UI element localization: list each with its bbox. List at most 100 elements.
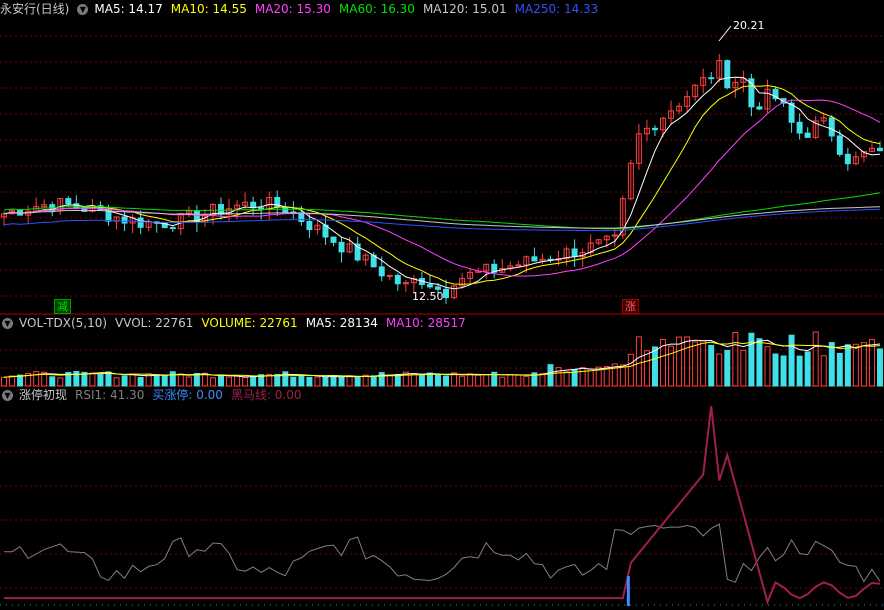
volume-bar — [354, 376, 361, 387]
candle-body — [756, 106, 763, 110]
volume-bar — [772, 353, 779, 387]
volume-bar — [499, 376, 506, 387]
candle-body — [571, 248, 578, 258]
volume-bar — [708, 344, 715, 387]
volume-bar — [234, 375, 241, 387]
volume-bar — [547, 364, 554, 387]
volume-bar — [684, 336, 691, 387]
volume-bar — [250, 375, 257, 387]
zhang-badge: 涨 — [622, 299, 639, 314]
candle-body — [844, 153, 851, 165]
volume-bar — [579, 367, 586, 387]
volume-bar — [314, 376, 321, 387]
low-price-label: 12.50 — [412, 290, 444, 303]
volume-bar — [322, 376, 329, 387]
volume-bar — [218, 375, 224, 387]
candle-body — [386, 274, 393, 277]
volume-bar — [836, 352, 843, 387]
volume-bar — [346, 375, 353, 387]
volume-bar — [17, 374, 24, 387]
volume-bar — [587, 368, 594, 387]
volume-bar — [386, 374, 393, 387]
volume-bar — [539, 372, 546, 387]
candle-body — [169, 227, 176, 230]
volume-bar — [418, 375, 425, 387]
volume-bar — [716, 353, 723, 387]
volume-bar — [651, 346, 658, 387]
volume-bar — [756, 338, 763, 387]
volume-bar — [732, 332, 739, 387]
volume-bar — [780, 355, 787, 387]
volume-bar — [161, 375, 168, 387]
candle-body — [306, 221, 313, 231]
high-marker-line — [718, 25, 732, 42]
volume-bar — [290, 376, 297, 387]
candle-body — [876, 147, 883, 152]
volume-bar — [298, 375, 305, 387]
buy-signal-bar — [626, 576, 630, 606]
volume-bar — [185, 376, 192, 387]
volume-bar — [113, 377, 120, 387]
volume-bar — [394, 374, 401, 387]
candle-body — [515, 264, 522, 267]
candle-body — [724, 60, 731, 89]
volume-bar — [306, 376, 313, 387]
dark-horse-line — [4, 405, 881, 606]
stock-chart[interactable] — [0, 0, 884, 610]
ma-line-ma5 — [3, 76, 881, 290]
volume-bar — [692, 341, 699, 387]
volume-bar — [627, 353, 634, 387]
volume-bar — [443, 375, 450, 387]
volume-bar — [507, 374, 514, 387]
volume-bar — [33, 371, 40, 387]
candle-body — [298, 212, 305, 223]
high-price-label: 20.21 — [733, 19, 765, 32]
volume-bar — [49, 376, 56, 387]
candle-body — [836, 135, 843, 155]
volume-bar — [169, 371, 176, 387]
volume-bar — [876, 348, 883, 387]
candle-body — [651, 127, 658, 131]
candle-body — [434, 286, 441, 290]
candle-body — [394, 274, 401, 285]
candle-body — [828, 117, 835, 137]
candle-body — [708, 77, 715, 80]
candle-body — [804, 132, 811, 138]
volume-bar — [129, 373, 136, 387]
volume-bar — [844, 344, 851, 387]
volume-bar — [1, 376, 8, 387]
volume-bar — [330, 375, 337, 387]
volume-bar — [137, 376, 144, 387]
volume-bar — [700, 340, 707, 387]
volume-bar — [121, 375, 128, 387]
volume-bar — [724, 350, 731, 387]
volume-bar — [812, 331, 819, 387]
volume-bar — [459, 375, 466, 387]
volume-bar — [523, 375, 530, 387]
candle-body — [338, 241, 345, 253]
volume-bar — [804, 351, 811, 387]
candle-body — [531, 256, 538, 262]
volume-bar — [153, 374, 160, 387]
volume-bar — [378, 372, 385, 387]
volume-bar — [635, 336, 642, 387]
candle-body — [330, 236, 337, 243]
volume-bar — [475, 374, 482, 387]
volume-bar — [57, 377, 64, 387]
volume-bar — [860, 342, 867, 387]
candle-body — [65, 198, 72, 205]
candle-body — [378, 266, 385, 277]
ma-line-ma20 — [3, 99, 881, 277]
volume-bar — [563, 371, 570, 387]
volume-bar — [668, 345, 675, 387]
candle-body — [426, 284, 433, 288]
ma-line-ma120 — [3, 206, 881, 229]
volume-bar — [242, 377, 249, 387]
candle-body — [121, 216, 128, 224]
candle-body — [796, 121, 803, 134]
volume-bar — [828, 342, 835, 387]
volume-bar — [764, 346, 771, 387]
ma-line-ma10 — [3, 85, 881, 285]
volume-bar — [105, 371, 112, 387]
volume-bar — [852, 343, 859, 387]
